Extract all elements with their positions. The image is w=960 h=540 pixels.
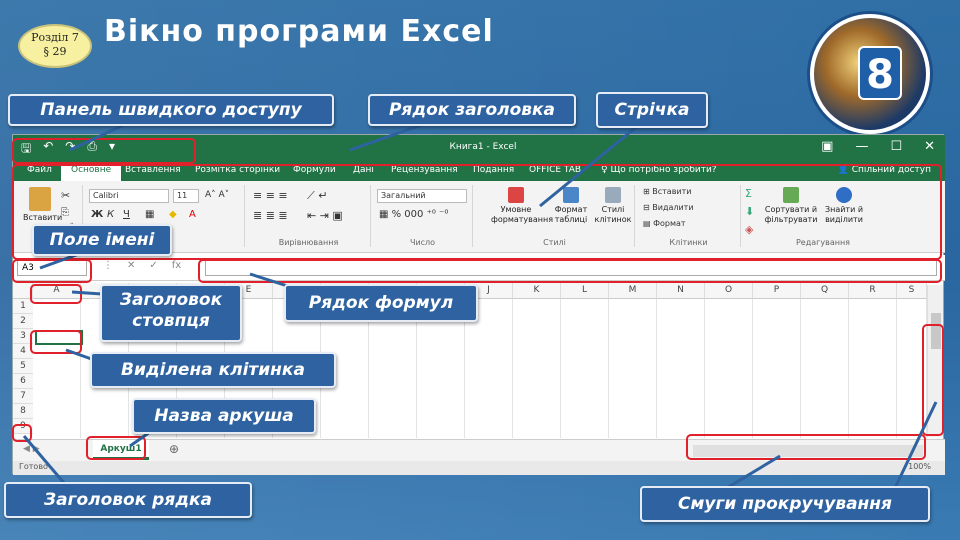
titlebar-arrow [349,120,431,152]
callout-formulabar: Рядок формул [284,284,478,322]
vscroll-arrow [893,401,938,489]
callout-titlebar: Рядок заголовка [368,94,576,126]
sheetname-arrow [129,430,151,448]
callout-sheetname: Назва аркуша [132,398,316,434]
callout-rowheader: Заголовок рядка [4,482,252,518]
callout-namebox: Поле імені [32,224,172,256]
callout-qat: Панель швидкого доступу [8,94,334,126]
callout-ribbon: Стрічка [596,92,708,128]
callout-selcell: Виділена клітинка [90,352,336,388]
callout-scrollbars: Смуги прокручування [640,486,930,522]
colheader-arrow [71,290,103,296]
ribbon-arrow [539,122,641,208]
callout-arrows [22,120,938,494]
callout-colheader: Заголовок стовпця [100,284,242,342]
qat-arrow [69,120,131,152]
